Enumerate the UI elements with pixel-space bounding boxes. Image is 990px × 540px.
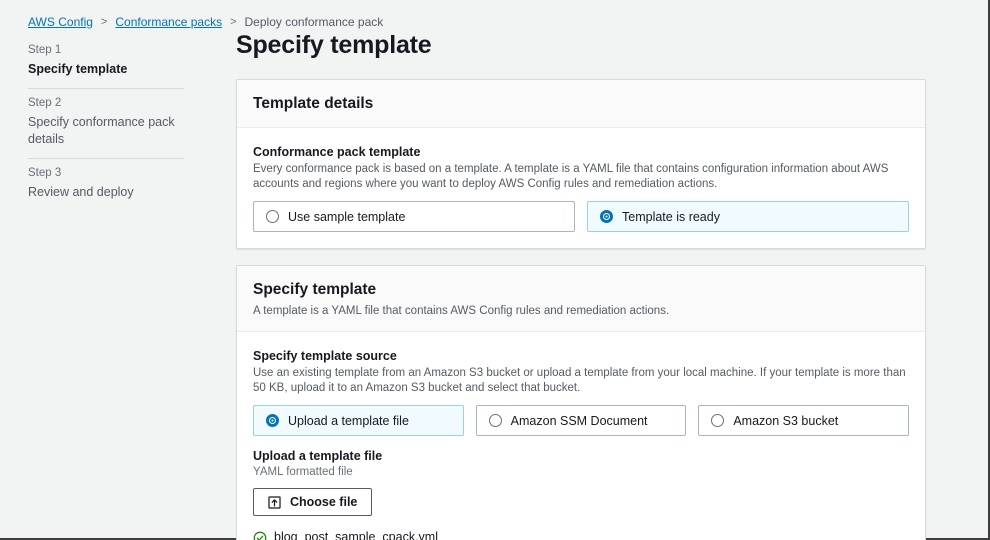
check-circle-icon bbox=[253, 531, 267, 540]
radio-tile-amazon-ssm-document[interactable]: Amazon SSM Document bbox=[475, 405, 687, 436]
specify-template-header: Specify template A template is a YAML fi… bbox=[237, 266, 925, 332]
radio-tile-amazon-s3-bucket-label: Amazon S3 bucket bbox=[733, 413, 839, 428]
radio-icon-selected[interactable] bbox=[266, 414, 279, 427]
template-details-body: Conformance pack template Every conforma… bbox=[237, 128, 925, 248]
template-source-radio-group: Upload a template file Amazon SSM Docume… bbox=[253, 405, 910, 436]
radio-tile-amazon-s3-bucket[interactable]: Amazon S3 bucket bbox=[698, 405, 910, 436]
specify-template-subheading: A template is a YAML file that contains … bbox=[253, 305, 670, 317]
radio-tile-upload-a-template-file[interactable]: Upload a template file bbox=[253, 405, 464, 436]
radio-tile-template-is-ready[interactable]: Template is ready bbox=[587, 201, 909, 232]
specify-template-heading: Specify template bbox=[253, 281, 377, 298]
conformance-pack-template-label: Conformance pack template bbox=[253, 145, 421, 159]
conformance-pack-template-radio-group: Use sample template Template is ready bbox=[253, 201, 909, 232]
choose-file-button[interactable]: Choose file bbox=[253, 488, 373, 516]
radio-icon-unselected[interactable] bbox=[266, 210, 279, 223]
uploaded-file-name: blog_post_sample_cpack.yml bbox=[274, 530, 438, 540]
radio-tile-use-sample-template[interactable]: Use sample template bbox=[253, 201, 575, 232]
template-details-heading: Template details bbox=[253, 95, 374, 112]
breadcrumb-separator-icon: > bbox=[100, 16, 108, 28]
upload-template-file-block: Upload a template file YAML formatted fi… bbox=[253, 448, 909, 540]
wizard-step-3-title: Review and deploy bbox=[28, 185, 134, 199]
radio-tile-use-sample-template-label: Use sample template bbox=[288, 209, 406, 224]
wizard-step-1-number: Step 1 bbox=[28, 44, 62, 56]
wizard-step-1[interactable]: Step 1 Specify template bbox=[28, 36, 184, 88]
main-content: Specify template Template details Confor… bbox=[236, 30, 926, 540]
radio-tile-template-is-ready-label: Template is ready bbox=[622, 209, 720, 224]
uploaded-file-row: blog_post_sample_cpack.yml bbox=[253, 529, 909, 540]
radio-icon-unselected[interactable] bbox=[488, 414, 502, 427]
breadcrumb-current-page: Deploy conformance pack bbox=[244, 15, 384, 29]
template-details-header: Template details bbox=[237, 80, 925, 128]
upload-template-file-label: Upload a template file bbox=[253, 449, 383, 463]
breadcrumb: AWS Config > Conformance packs > Deploy … bbox=[28, 14, 383, 30]
radio-tile-amazon-ssm-document-label: Amazon SSM Document bbox=[510, 413, 648, 428]
radio-icon-unselected[interactable] bbox=[711, 414, 725, 427]
wizard-step-3-number: Step 3 bbox=[28, 167, 62, 179]
wizard-step-3[interactable]: Step 3 Review and deploy bbox=[28, 159, 184, 211]
specify-template-panel: Specify template A template is a YAML fi… bbox=[236, 265, 926, 540]
upload-template-file-hint: YAML formatted file bbox=[253, 466, 353, 478]
wizard-step-2-title: Specify conformance pack details bbox=[28, 115, 175, 146]
breadcrumb-link-conformance-packs[interactable]: Conformance packs bbox=[115, 14, 222, 30]
upload-icon bbox=[268, 495, 281, 509]
breadcrumb-separator-icon: > bbox=[230, 16, 237, 28]
specify-template-source-label: Specify template source bbox=[253, 349, 397, 363]
conformance-pack-template-description: Every conformance pack is based on a tem… bbox=[253, 163, 889, 190]
choose-file-button-label: Choose file bbox=[290, 495, 358, 509]
specify-template-body: Specify template source Use an existing … bbox=[237, 332, 925, 540]
specify-template-source-description: Use an existing template from an Amazon … bbox=[253, 367, 906, 394]
wizard-step-2-number: Step 2 bbox=[28, 97, 62, 109]
breadcrumb-link-aws-config[interactable]: AWS Config bbox=[28, 14, 93, 30]
template-details-panel: Template details Conformance pack templa… bbox=[236, 79, 926, 249]
wizard-navigation: Step 1 Specify template Step 2 Specify c… bbox=[28, 36, 184, 211]
radio-icon-selected[interactable] bbox=[600, 210, 613, 223]
page-title: Specify template bbox=[236, 31, 432, 59]
radio-tile-upload-a-template-file-label: Upload a template file bbox=[288, 413, 409, 428]
wizard-step-2[interactable]: Step 2 Specify conformance pack details bbox=[28, 89, 184, 158]
wizard-step-1-title: Specify template bbox=[28, 62, 128, 76]
